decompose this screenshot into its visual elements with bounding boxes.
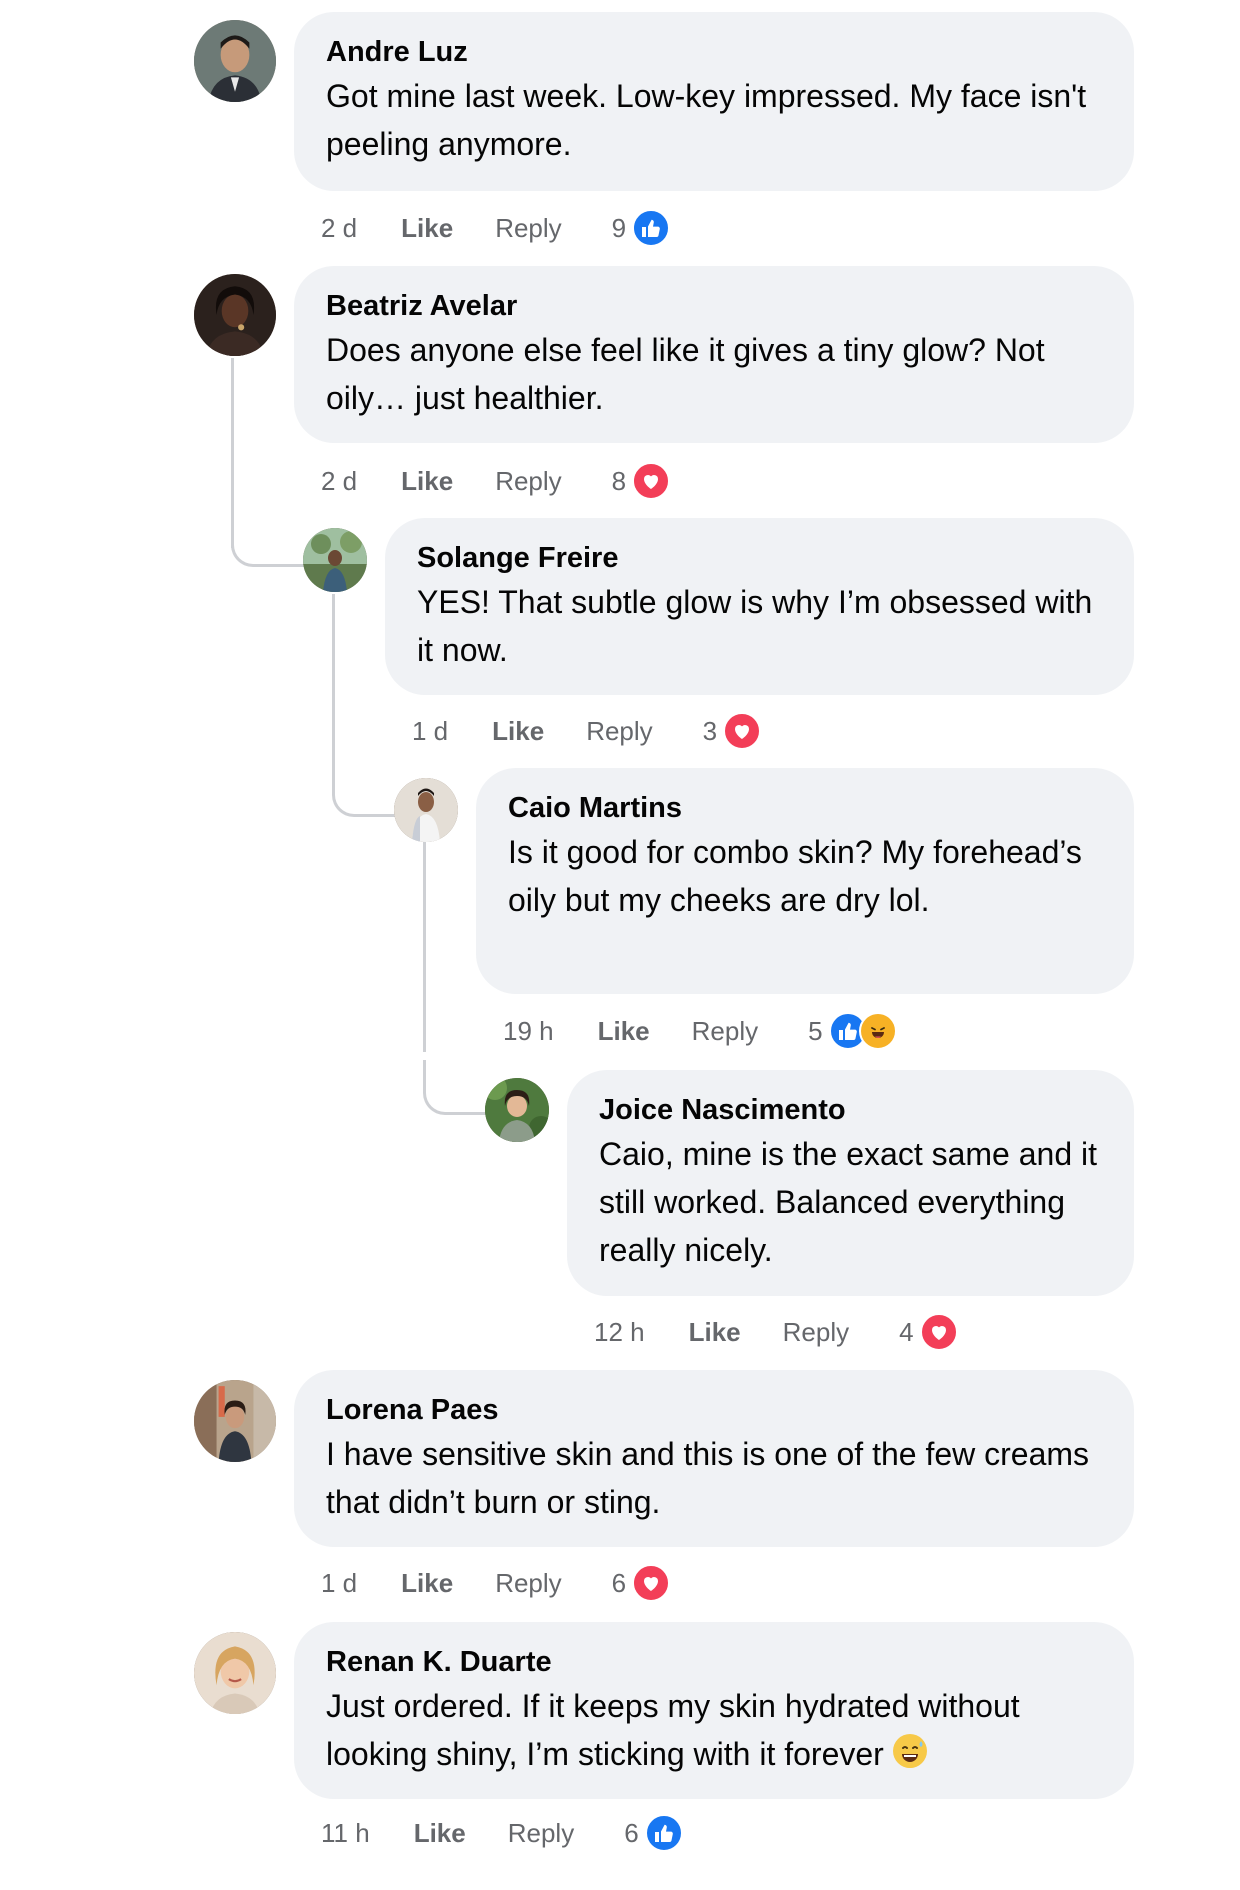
comment-bubble: Solange Freire YES! That subtle glow is … [385,518,1134,695]
like-button[interactable]: Like [401,1568,453,1599]
haha-icon[interactable] [858,1012,897,1050]
comment-author[interactable]: Renan K. Duarte [326,1644,1102,1680]
comment-time[interactable]: 1 d [321,1568,357,1599]
like-button[interactable]: Like [598,1016,650,1047]
reply-button[interactable]: Reply [495,466,561,497]
comment-author[interactable]: Caio Martins [508,790,1102,826]
comment-bubble: Lorena Paes I have sensitive skin and th… [294,1370,1134,1547]
comment-text: Just ordered. If it keeps my skin hydrat… [326,1682,1102,1778]
avatar[interactable] [194,274,276,356]
comment-bubble: Joice Nascimento Caio, mine is the exact… [567,1070,1134,1296]
avatar[interactable] [394,778,458,842]
comment-time[interactable]: 12 h [594,1317,645,1348]
comment-time[interactable]: 19 h [503,1016,554,1047]
comment-actions: 2 d Like Reply 8 [321,461,671,501]
like-icon[interactable] [644,1814,683,1852]
like-icon[interactable] [632,209,671,247]
comment-author[interactable]: Solange Freire [417,540,1102,576]
like-button[interactable]: Like [414,1818,466,1849]
avatar[interactable] [485,1078,549,1142]
thread-line [231,520,306,567]
reaction-count[interactable]: 6 [612,1568,626,1599]
reply-button[interactable]: Reply [692,1016,758,1047]
love-icon[interactable] [632,462,671,500]
comment-author[interactable]: Joice Nascimento [599,1092,1102,1128]
love-icon[interactable] [723,712,762,750]
comment-time[interactable]: 2 d [321,213,357,244]
like-button[interactable]: Like [401,466,453,497]
comment-text: YES! That subtle glow is why I’m obsesse… [417,584,1093,668]
comment-author[interactable]: Andre Luz [326,34,1102,70]
reaction-count[interactable]: 8 [612,466,626,497]
reply-button[interactable]: Reply [495,1568,561,1599]
comment-actions: 1 d Like Reply 3 [412,711,762,751]
comment-bubble: Andre Luz Got mine last week. Low-key im… [294,12,1134,191]
comment-time[interactable]: 2 d [321,466,357,497]
thread-line [423,842,426,1052]
comment-actions: 2 d Like Reply 9 [321,208,671,248]
love-icon[interactable] [919,1313,958,1351]
reply-button[interactable]: Reply [783,1317,849,1348]
sweat-smile-emoji [892,1734,927,1768]
comment-text: Got mine last week. Low-key impressed. M… [326,78,1087,162]
reply-button[interactable]: Reply [495,213,561,244]
like-button[interactable]: Like [401,213,453,244]
avatar[interactable] [303,528,367,592]
reaction-count[interactable]: 9 [612,213,626,244]
avatar[interactable] [194,1632,276,1714]
reply-button[interactable]: Reply [586,716,652,747]
avatar[interactable] [194,1380,276,1462]
comment-author[interactable]: Beatriz Avelar [326,288,1102,324]
comment-bubble: Caio Martins Is it good for combo skin? … [476,768,1134,994]
thread-line [332,594,335,784]
comment-actions: 19 h Like Reply 5 [503,1011,897,1051]
comment-text: Caio, mine is the exact same and it stil… [599,1136,1098,1268]
comment-actions: 12 h Like Reply 4 [594,1312,958,1352]
reply-button[interactable]: Reply [508,1818,574,1849]
like-button[interactable]: Like [492,716,544,747]
like-button[interactable]: Like [689,1317,741,1348]
love-icon[interactable] [632,1564,671,1602]
comment-text: I have sensitive skin and this is one of… [326,1436,1090,1520]
comment-text: Does anyone else feel like it gives a ti… [326,332,1045,416]
comment-text: Is it good for combo skin? My forehead’s… [508,834,1082,918]
reaction-count[interactable]: 4 [899,1317,913,1348]
comment-actions: 11 h Like Reply 6 [321,1813,683,1853]
thread-line [423,1060,490,1115]
comment-bubble: Renan K. Duarte Just ordered. If it keep… [294,1622,1134,1799]
comment-time[interactable]: 11 h [321,1818,370,1849]
comment-bubble: Beatriz Avelar Does anyone else feel lik… [294,266,1134,443]
comment-actions: 1 d Like Reply 6 [321,1563,671,1603]
reaction-count[interactable]: 3 [703,716,717,747]
reaction-count[interactable]: 6 [624,1818,638,1849]
comment-time[interactable]: 1 d [412,716,448,747]
avatar[interactable] [194,20,276,102]
reaction-count[interactable]: 5 [808,1016,822,1047]
thread-line [332,760,399,817]
comment-author[interactable]: Lorena Paes [326,1392,1102,1428]
